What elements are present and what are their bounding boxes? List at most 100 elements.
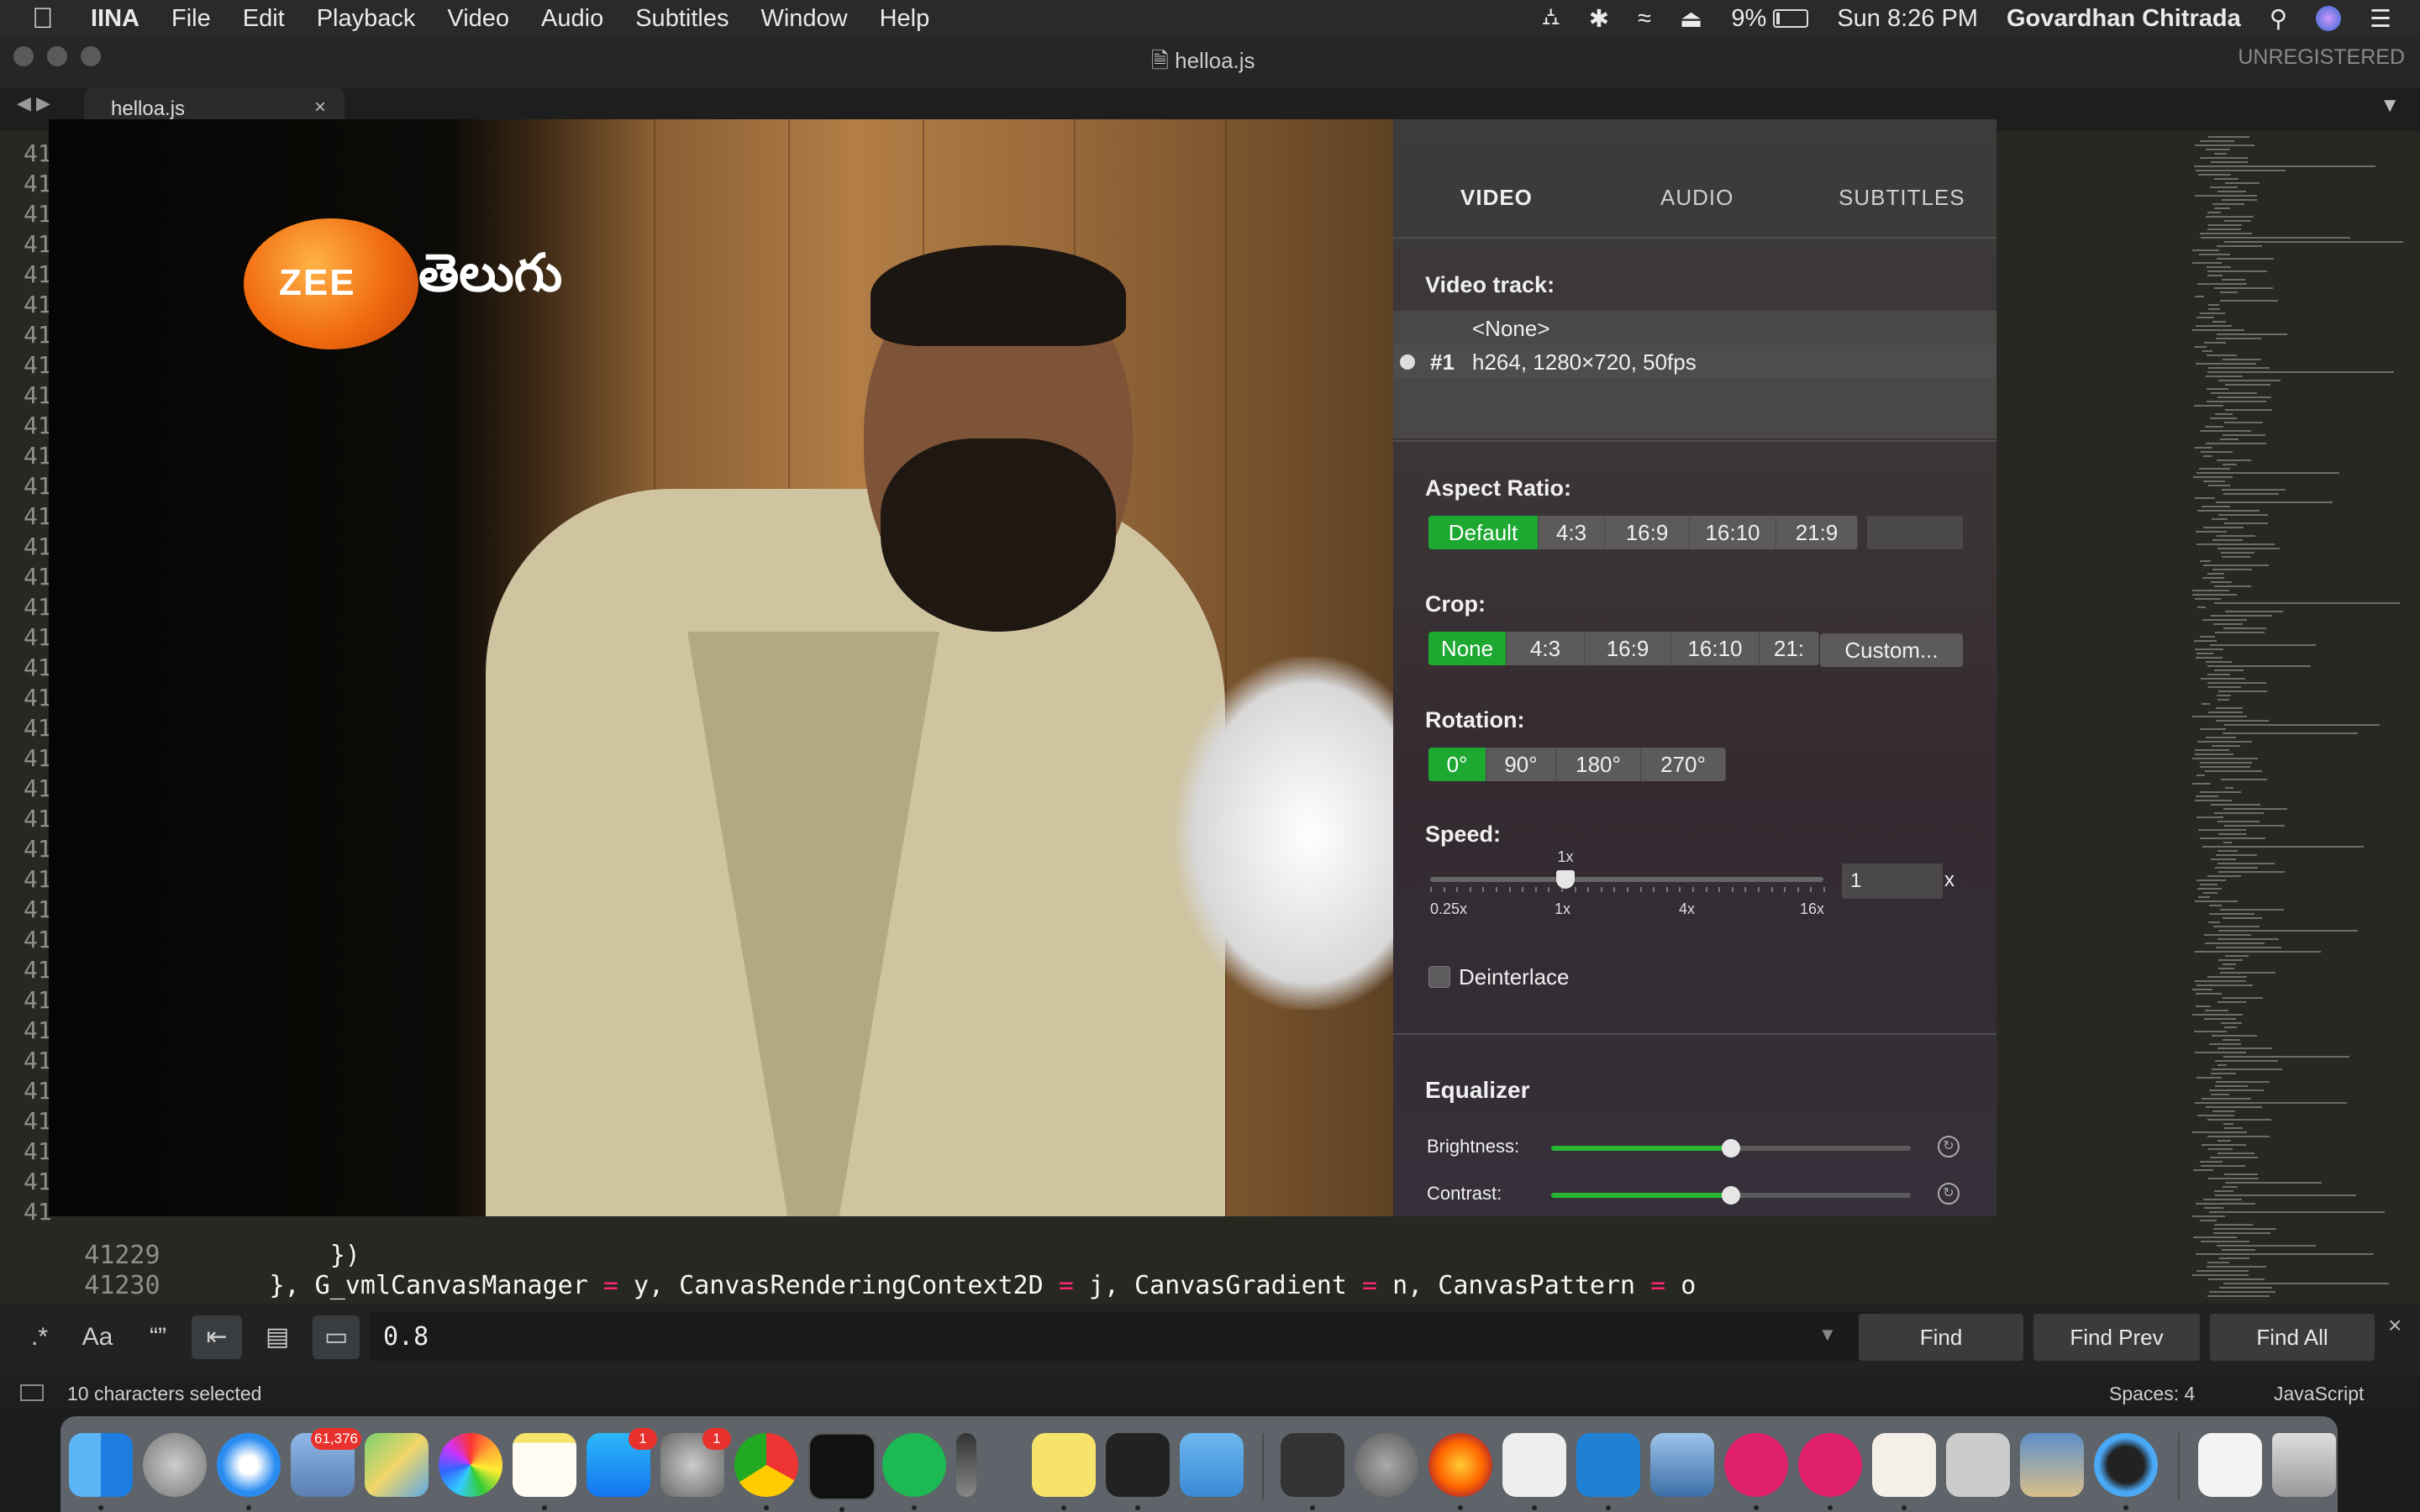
vscode-icon[interactable] bbox=[1576, 1433, 1640, 1510]
menu-audio[interactable]: Audio bbox=[541, 5, 603, 33]
find-button[interactable]: Find bbox=[1859, 1314, 2023, 1361]
bluetooth-icon[interactable]: ✱ bbox=[1589, 4, 1609, 34]
regex-toggle[interactable]: .* bbox=[20, 1315, 59, 1359]
brightness-reset-icon[interactable]: ↻ bbox=[1938, 1136, 1960, 1158]
deinterlace-checkbox[interactable] bbox=[1428, 966, 1450, 988]
iina-icon[interactable] bbox=[2094, 1433, 2158, 1510]
safari-icon[interactable] bbox=[217, 1433, 281, 1510]
finder-icon[interactable] bbox=[69, 1433, 133, 1510]
aspect-16-9-option[interactable]: 16:9 bbox=[1605, 516, 1690, 549]
sublime-text-icon[interactable] bbox=[1281, 1433, 1344, 1510]
crop-custom-button[interactable]: Custom... bbox=[1820, 633, 1963, 667]
preview-icon[interactable] bbox=[2020, 1433, 2084, 1497]
mail-icon[interactable]: 61,376 bbox=[291, 1428, 361, 1497]
spotify-icon[interactable] bbox=[882, 1433, 946, 1510]
in-selection-toggle-icon[interactable]: ▤ bbox=[255, 1315, 299, 1359]
rotation-90-option[interactable]: 90° bbox=[1486, 748, 1556, 781]
case-sensitive-toggle[interactable]: Aa bbox=[76, 1315, 119, 1359]
apple-menu-icon[interactable]:  bbox=[32, 3, 62, 35]
crop-16-9-option[interactable]: 16:9 bbox=[1585, 632, 1671, 665]
zoom-window-button[interactable] bbox=[81, 46, 101, 66]
maps-icon[interactable] bbox=[365, 1433, 429, 1497]
terminal-icon[interactable] bbox=[808, 1433, 876, 1512]
folder-icon[interactable] bbox=[1180, 1433, 1244, 1497]
iina-player-window[interactable]: ZEE తెలుగు bbox=[49, 119, 1393, 1216]
tab-nav-arrows-icon[interactable]: ◀ ▶ bbox=[17, 92, 50, 114]
activity-monitor-icon[interactable] bbox=[956, 1433, 976, 1497]
wrap-toggle-icon[interactable]: ⇤ bbox=[192, 1315, 242, 1359]
battery-percent[interactable]: 9% bbox=[1731, 5, 1766, 33]
rotation-180-option[interactable]: 180° bbox=[1556, 748, 1641, 781]
menubar-clock[interactable]: Sun 8:26 PM bbox=[1837, 5, 1978, 33]
spotlight-search-icon[interactable]: ⚲ bbox=[2270, 4, 2287, 34]
textedit-icon[interactable] bbox=[1502, 1433, 1566, 1510]
app-store-icon[interactable]: 1 bbox=[587, 1428, 657, 1497]
photos-icon[interactable] bbox=[439, 1433, 502, 1497]
chess-icon[interactable] bbox=[1106, 1433, 1170, 1510]
notes-icon[interactable] bbox=[513, 1433, 576, 1510]
virtualbox-icon[interactable] bbox=[1650, 1433, 1714, 1497]
java-icon[interactable] bbox=[1872, 1433, 1936, 1510]
crop-4-3-option[interactable]: 4:3 bbox=[1507, 632, 1585, 665]
minimap[interactable] bbox=[2189, 131, 2420, 1304]
contrast-slider-knob[interactable] bbox=[1722, 1186, 1740, 1205]
menu-file[interactable]: File bbox=[171, 5, 211, 33]
menu-subtitles[interactable]: Subtitles bbox=[635, 5, 729, 33]
menu-edit[interactable]: Edit bbox=[243, 5, 285, 33]
find-prev-button[interactable]: Find Prev bbox=[2033, 1314, 2200, 1361]
stickies-icon[interactable] bbox=[1032, 1433, 1096, 1510]
find-input[interactable] bbox=[370, 1312, 1881, 1361]
app-oo-icon[interactable] bbox=[1724, 1433, 1788, 1510]
close-window-button[interactable] bbox=[13, 46, 34, 66]
brightness-slider-knob[interactable] bbox=[1722, 1139, 1740, 1158]
system-preferences-icon[interactable]: 1 bbox=[660, 1428, 731, 1497]
chrome-icon[interactable] bbox=[734, 1433, 798, 1510]
contrast-reset-icon[interactable]: ↻ bbox=[1938, 1183, 1960, 1205]
tab-close-icon[interactable]: × bbox=[314, 96, 326, 119]
speed-slider[interactable] bbox=[1430, 877, 1823, 882]
menu-app-name[interactable]: IINA bbox=[91, 5, 139, 33]
tab-dropdown-icon[interactable]: ▼ bbox=[2380, 94, 2400, 118]
wifi-icon[interactable]: ≈ bbox=[1638, 5, 1651, 33]
calculator-icon[interactable] bbox=[1946, 1433, 2010, 1497]
battery-icon[interactable] bbox=[1773, 9, 1809, 28]
video-frame[interactable]: ZEE తెలుగు bbox=[49, 119, 1393, 1216]
track-none-row[interactable]: <None> bbox=[1393, 311, 1996, 344]
panel-toggle-icon[interactable] bbox=[20, 1384, 44, 1401]
menu-playback[interactable]: Playback bbox=[317, 5, 416, 33]
app-oo-icon-2[interactable] bbox=[1798, 1433, 1862, 1510]
rotation-0-option[interactable]: 0° bbox=[1428, 748, 1486, 781]
eject-icon[interactable]: ⏏ bbox=[1680, 4, 1702, 34]
crop-21-9-option[interactable]: 21: bbox=[1760, 632, 1819, 665]
instruments-icon[interactable] bbox=[1355, 1433, 1418, 1497]
whole-word-toggle[interactable]: “” bbox=[136, 1315, 180, 1359]
find-all-button[interactable]: Find All bbox=[2210, 1314, 2375, 1361]
trash-icon[interactable] bbox=[2272, 1433, 2336, 1497]
notification-center-icon[interactable]: ☰ bbox=[2370, 4, 2391, 34]
siri-icon[interactable] bbox=[2316, 6, 2341, 31]
document-icon[interactable] bbox=[2198, 1433, 2262, 1497]
tab-audio[interactable]: AUDIO bbox=[1660, 185, 1733, 211]
aspect-4-3-option[interactable]: 4:3 bbox=[1539, 516, 1605, 549]
indentation-status[interactable]: Spaces: 4 bbox=[2109, 1383, 2195, 1405]
speed-slider-knob[interactable] bbox=[1556, 870, 1576, 889]
menu-window[interactable]: Window bbox=[760, 5, 847, 33]
firefox-icon[interactable] bbox=[1428, 1433, 1492, 1510]
highlight-matches-toggle-icon[interactable]: ▭ bbox=[313, 1315, 360, 1359]
crop-16-10-option[interactable]: 16:10 bbox=[1671, 632, 1760, 665]
launchpad-icon[interactable] bbox=[143, 1433, 207, 1497]
menubar-user[interactable]: Govardhan Chitrada bbox=[2007, 5, 2241, 33]
track-1-row[interactable]: #1 h264, 1280×720, 50fps bbox=[1393, 344, 1996, 378]
syntax-status[interactable]: JavaScript bbox=[2274, 1383, 2364, 1405]
aspect-21-9-option[interactable]: 21:9 bbox=[1776, 516, 1858, 549]
minimize-window-button[interactable] bbox=[47, 46, 67, 66]
menu-help[interactable]: Help bbox=[880, 5, 930, 33]
find-history-dropdown-icon[interactable]: ▼ bbox=[1818, 1324, 1837, 1346]
rotation-270-option[interactable]: 270° bbox=[1641, 748, 1726, 781]
aspect-16-10-option[interactable]: 16:10 bbox=[1690, 516, 1776, 549]
aspect-custom-field[interactable] bbox=[1867, 516, 1963, 549]
menu-video[interactable]: Video bbox=[447, 5, 509, 33]
crop-none-option[interactable]: None bbox=[1428, 632, 1507, 665]
close-find-panel-icon[interactable]: × bbox=[2388, 1312, 2402, 1339]
aspect-default-option[interactable]: Default bbox=[1428, 516, 1539, 549]
